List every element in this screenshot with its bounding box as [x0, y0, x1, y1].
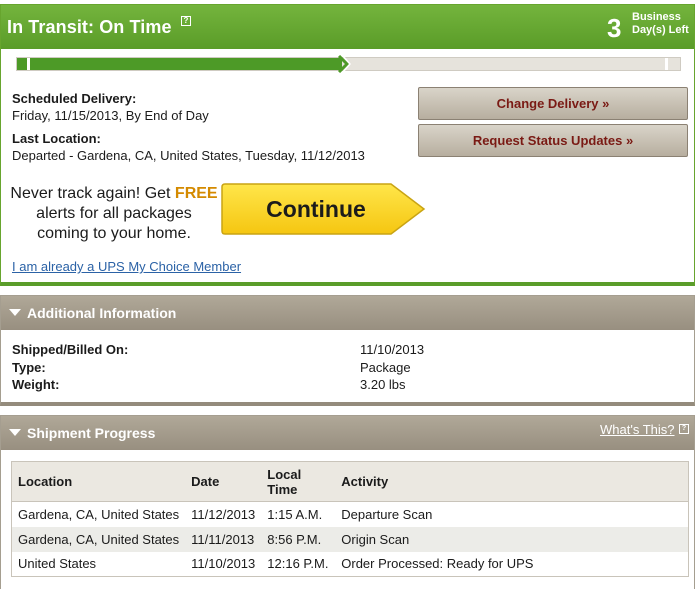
table-header-row: Location Date Local Time Activity — [11, 461, 689, 502]
cell-date: 11/10/2013 — [191, 556, 256, 572]
scheduled-delivery-value: Friday, 11/15/2013, By End of Day — [12, 108, 209, 123]
table-row: Gardena, CA, United States 11/11/2013 8:… — [11, 526, 689, 552]
days-left-label-line1: Business — [632, 11, 681, 23]
days-left-label-line2: Day(s) Left — [632, 24, 689, 36]
help-icon[interactable]: ? — [679, 424, 689, 434]
promo-line-3: coming to your home. — [37, 225, 191, 242]
info-row: Type: Package — [12, 360, 692, 377]
last-location-label: Last Location: — [12, 131, 101, 146]
cell-activity: Origin Scan — [335, 526, 689, 552]
promo-line-1-prefix: Never track again! Get — [10, 185, 175, 202]
additional-information-title: Additional Information — [27, 305, 177, 321]
shipment-progress-section: Shipment Progress What's This? ? Locatio… — [0, 415, 695, 589]
promo-line-2: alerts for all packages — [36, 205, 192, 222]
cell-location: Gardena, CA, United States — [18, 506, 180, 522]
status-title: In Transit: On Time — [7, 17, 172, 37]
column-header-date: Date — [185, 461, 262, 502]
progress-arrow-icon — [337, 55, 351, 73]
cell-time: 8:56 P.M. — [261, 526, 336, 552]
info-row: Weight: 3.20 lbs — [12, 377, 692, 394]
my-choice-promo-text: Never track again! Get FREE alerts for a… — [9, 184, 219, 244]
continue-button-label: Continue — [266, 196, 366, 222]
cell-location: United States — [18, 556, 97, 572]
additional-information-section: Additional Information Shipped/Billed On… — [0, 295, 695, 406]
delivery-progress-bar — [16, 55, 681, 73]
info-value: 11/10/2013 — [360, 342, 425, 357]
column-header-local-time: Local Time — [261, 461, 336, 502]
column-header-activity: Activity — [335, 461, 689, 502]
scheduled-delivery-label: Scheduled Delivery: — [12, 91, 137, 106]
column-header-local-time-line1: Local — [267, 466, 302, 482]
cell-activity: Departure Scan — [341, 506, 433, 522]
table-row: United States 11/10/2013 12:16 P.M. Orde… — [12, 552, 689, 577]
shipment-progress-header[interactable]: Shipment Progress What's This? ? — [1, 416, 694, 450]
help-icon[interactable]: ? — [181, 16, 191, 26]
change-delivery-button[interactable]: Change Delivery » — [418, 87, 688, 120]
promo-free-word: FREE — [174, 185, 218, 202]
progress-segment-divider — [27, 58, 30, 70]
triangle-down-icon — [9, 429, 21, 436]
my-choice-member-link[interactable]: I am already a UPS My Choice Member — [12, 259, 241, 274]
triangle-down-icon — [9, 309, 21, 316]
shipment-progress-table: Location Date Local Time Activity Gardena… — [11, 461, 689, 577]
additional-information-header[interactable]: Additional Information — [1, 296, 694, 330]
cell-date: 11/11/2013 — [185, 526, 262, 552]
cell-activity: Order Processed: Ready for UPS — [341, 556, 534, 572]
info-label: Type: — [12, 360, 46, 375]
info-row: Shipped/Billed On: 11/10/2013 — [12, 342, 692, 359]
column-header-location: Location — [11, 461, 186, 502]
last-location-value: Departed - Gardena, CA, United States, T… — [12, 148, 365, 163]
info-label: Shipped/Billed On: — [12, 342, 129, 357]
days-left-label: Business Day(s) Left — [632, 11, 689, 37]
cell-time: 12:16 P.M. — [267, 556, 329, 572]
progress-fill — [17, 58, 342, 70]
continue-button[interactable]: Continue — [221, 183, 426, 235]
cell-location: Gardena, CA, United States — [11, 526, 186, 552]
shipment-progress-title: Shipment Progress — [27, 425, 156, 441]
status-header: In Transit: On Time ? 3 Business Day(s) … — [1, 5, 694, 49]
whats-this-link[interactable]: What's This? — [600, 422, 675, 437]
info-label: Weight: — [12, 377, 60, 392]
progress-segment-divider — [665, 58, 668, 70]
info-value: 3.20 lbs — [360, 377, 406, 392]
cell-time: 1:15 A.M. — [267, 506, 323, 522]
promo-line-1: Never track again! Get FREE — [9, 184, 219, 204]
info-value: Package — [360, 360, 411, 375]
column-header-local-time-line2: Time — [267, 481, 298, 497]
cell-date: 11/12/2013 — [191, 506, 256, 522]
days-left-number: 3 — [607, 13, 622, 43]
table-row: Gardena, CA, United States 11/12/2013 1:… — [12, 502, 689, 527]
transit-status-panel: In Transit: On Time ? 3 Business Day(s) … — [0, 4, 695, 286]
request-status-updates-button[interactable]: Request Status Updates » — [418, 124, 688, 157]
